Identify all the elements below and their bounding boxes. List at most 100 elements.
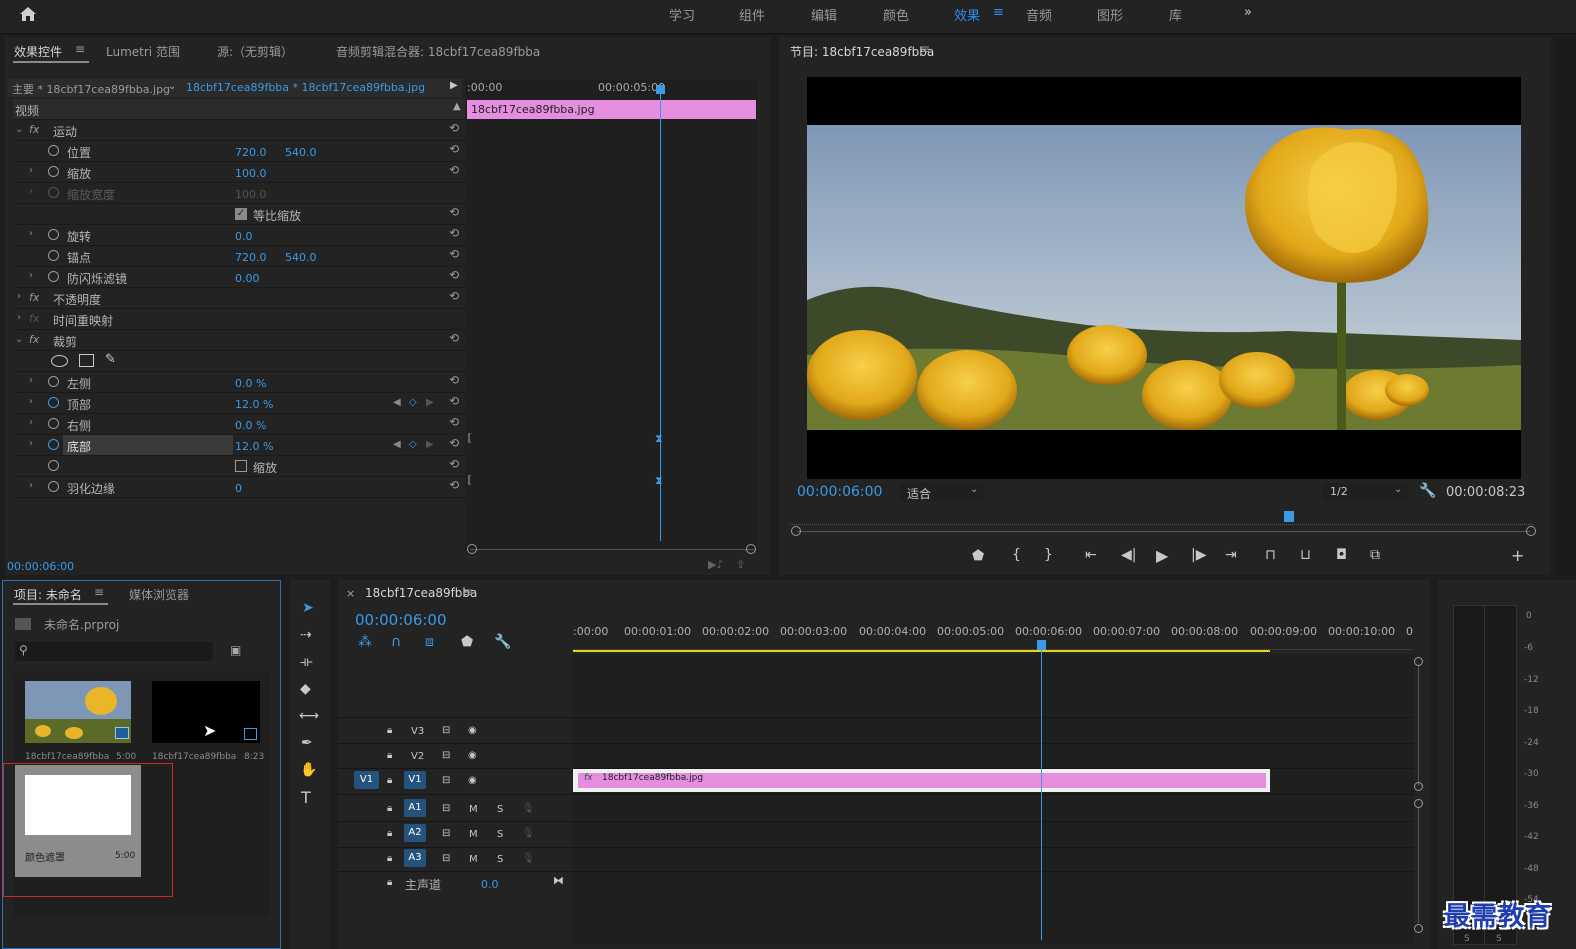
tab-effect-controls[interactable]: 效果控件 — [14, 43, 62, 60]
thumb-tulip[interactable] — [25, 681, 131, 743]
feather-value[interactable]: 0 — [235, 482, 242, 495]
row-crop-right[interactable]: › 右侧 0.0 % ⟲ — [13, 414, 465, 435]
chevron-down-icon[interactable]: ⌄ — [15, 124, 23, 135]
rotation-value[interactable]: 0.0 — [235, 230, 253, 243]
reset-icon[interactable]: ⟲ — [449, 415, 459, 429]
workspace-color[interactable]: 颜色 — [883, 5, 909, 24]
track-name-a1[interactable]: A1 — [404, 799, 426, 817]
lock-icon[interactable]: 🔒︎ — [387, 750, 392, 761]
mute-button[interactable]: M — [469, 804, 478, 815]
sync-lock-icon[interactable]: ⊟ — [442, 775, 450, 786]
reset-icon[interactable]: ⟲ — [449, 373, 459, 387]
workspace-effects[interactable]: 效果 — [954, 5, 980, 24]
crop-left-value[interactable]: 0.0 % — [235, 377, 266, 390]
stopwatch-icon[interactable] — [48, 229, 59, 240]
chevron-right-icon[interactable]: › — [29, 270, 33, 281]
row-opacity[interactable]: › fx 不透明度 ⟲ — [13, 288, 465, 309]
add-keyframe-icon[interactable]: ◇ — [409, 439, 417, 450]
solo-button[interactable]: S — [497, 804, 503, 815]
lock-icon[interactable]: 🔒︎ — [387, 828, 392, 839]
chevron-right-icon[interactable]: › — [17, 291, 21, 302]
rectangle-mask-icon[interactable] — [79, 354, 94, 367]
chevron-right-icon[interactable]: › — [29, 396, 33, 407]
zoom-right-handle[interactable] — [1526, 526, 1536, 536]
pen-tool-icon[interactable]: ✒ — [301, 735, 313, 751]
zoom-left-handle[interactable] — [791, 526, 801, 536]
add-keyframe-icon[interactable]: ◇ — [409, 397, 417, 408]
tab-audio-clip-mixer[interactable]: 音频剪辑混合器: 18cbf17cea89fbba — [336, 43, 540, 60]
reset-icon[interactable]: ⟲ — [449, 436, 459, 450]
v-scroll-track[interactable] — [1418, 808, 1419, 923]
keyframe-top[interactable]: ⧗ — [655, 432, 663, 446]
sync-lock-icon[interactable]: ⊟ — [442, 803, 450, 814]
track-name-a2[interactable]: A2 — [404, 824, 426, 842]
scrubber-bar[interactable] — [797, 531, 1530, 532]
lock-icon[interactable]: 🔒︎ — [387, 725, 392, 736]
chevron-down-icon[interactable]: ⌄ — [168, 81, 176, 92]
wrench-icon[interactable]: 🔧 — [1419, 483, 1436, 499]
mic-icon[interactable]: 🎙︎ — [522, 853, 535, 864]
mini-zoom-scrollbar[interactable] — [470, 549, 755, 550]
chevron-down-icon[interactable]: ⌄ — [15, 334, 23, 345]
chevron-right-icon[interactable]: › — [29, 438, 33, 449]
next-keyframe-icon[interactable]: ▶ — [426, 397, 434, 408]
stopwatch-icon[interactable] — [48, 250, 59, 261]
chevron-right-icon[interactable]: › — [29, 165, 33, 176]
settings-wrench-icon[interactable]: 🔧 — [494, 634, 511, 650]
hand-tool-icon[interactable]: ✋ — [300, 762, 317, 778]
row-motion[interactable]: ⌄ fx 运动 ⟲ — [13, 120, 465, 141]
fit-dropdown[interactable]: 适合 ⌄ — [900, 483, 984, 501]
play-icon[interactable]: ▶ — [1156, 546, 1168, 565]
mic-icon[interactable]: 🎙︎ — [522, 828, 535, 839]
stopwatch-icon[interactable] — [48, 376, 59, 387]
tab-lumetri-scopes[interactable]: Lumetri 范围 — [106, 43, 180, 60]
row-rotation[interactable]: › 旋转 0.0 ⟲ — [13, 225, 465, 246]
reset-icon[interactable]: ⟲ — [449, 205, 459, 219]
snap-icon[interactable]: ∩ — [391, 634, 401, 650]
meter-solo-right[interactable]: S — [1496, 934, 1502, 944]
add-marker-icon[interactable]: ⬟ — [461, 634, 473, 650]
tab-media-browser[interactable]: 媒体浏览器 — [129, 586, 189, 603]
source-patch-v1[interactable]: V1 — [354, 771, 379, 789]
mute-button[interactable]: M — [469, 829, 478, 840]
crop-bottom-value[interactable]: 12.0 % — [235, 440, 273, 453]
mini-timeline[interactable]: :00:00 00:00:05:00 18cbf17cea89fbba.jpg … — [465, 79, 757, 549]
play-only-icon[interactable]: ▶ — [450, 80, 458, 91]
lock-icon[interactable]: 🔒︎ — [387, 877, 392, 888]
scrubber-ruler[interactable] — [790, 513, 1533, 525]
linked-selection-icon[interactable]: ⧈ — [425, 634, 434, 650]
panel-menu-icon[interactable]: ≡ — [75, 42, 85, 56]
next-keyframe-icon[interactable]: ▶ — [426, 439, 434, 450]
ripple-edit-tool-icon[interactable]: ⟛ — [300, 654, 313, 670]
zoom-checkbox[interactable] — [235, 460, 247, 472]
chevron-right-icon[interactable]: › — [17, 312, 21, 323]
track-name-v1[interactable]: V1 — [404, 771, 426, 789]
workspace-graphics[interactable]: 图形 — [1097, 5, 1123, 24]
workspace-libraries[interactable]: 库 — [1169, 5, 1182, 24]
workspace-learn[interactable]: 学习 — [669, 5, 695, 24]
row-scale[interactable]: › 缩放 100.0 ⟲ — [13, 162, 465, 183]
row-antiflicker[interactable]: › 防闪烁滤镜 0.00 ⟲ — [13, 267, 465, 288]
meter-solo-left[interactable]: S — [1464, 934, 1470, 944]
step-forward-icon[interactable]: |▶ — [1191, 547, 1206, 563]
timeline-clip[interactable]: fx 18cbf17cea89fbba.jpg — [573, 769, 1270, 792]
panel-menu-icon[interactable]: ≡ — [463, 585, 473, 599]
stopwatch-icon[interactable] — [48, 145, 59, 156]
reset-icon[interactable]: ⟲ — [449, 163, 459, 177]
row-crop-bottom[interactable]: › 底部 12.0 % ◀ ◇ ▶ ⟲ — [13, 435, 465, 456]
slip-tool-icon[interactable]: ⟷ — [299, 708, 319, 724]
workspace-menu-icon[interactable]: ≡ — [993, 5, 1004, 20]
master-volume-value[interactable]: 0.0 — [481, 878, 499, 891]
row-time-remap[interactable]: › fx 时间重映射 — [13, 309, 465, 330]
sync-lock-icon[interactable]: ⊟ — [442, 725, 450, 736]
timeline-playhead-handle[interactable] — [1037, 640, 1046, 650]
fx-icon[interactable]: fx — [29, 291, 39, 304]
overflow-icon[interactable]: » — [1244, 5, 1252, 20]
track-name-v2[interactable]: V2 — [411, 751, 424, 762]
track-select-tool-icon[interactable]: ⇢ — [300, 627, 312, 643]
program-timecode[interactable]: 00:00:06:00 — [797, 484, 882, 500]
stopwatch-icon[interactable] — [48, 166, 59, 177]
workspace-assembly[interactable]: 组件 — [739, 5, 765, 24]
v-scroll-track[interactable] — [1418, 666, 1419, 786]
camera-icon[interactable]: ◘ — [1336, 547, 1347, 563]
